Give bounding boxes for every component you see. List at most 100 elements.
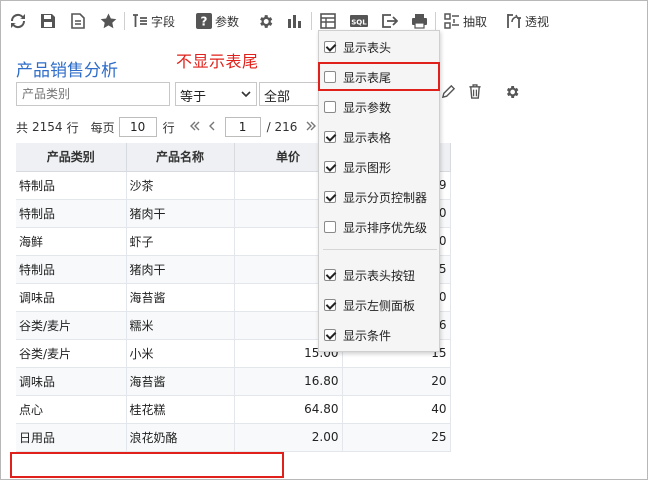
table-row[interactable]: 日用品 浪花奶酪 2.00 25 xyxy=(16,423,451,452)
column-header[interactable]: 产品名称 xyxy=(126,143,235,172)
cell-category: 特制品 xyxy=(16,255,127,284)
menu-item-option[interactable]: 显示表格 xyxy=(319,125,439,149)
cell-name: 桂花糕 xyxy=(126,395,235,424)
params-button[interactable]: ? 参数 xyxy=(196,11,239,31)
checkbox-checked-icon[interactable] xyxy=(324,329,336,341)
cell-extra: 40 xyxy=(342,395,451,424)
chart-button[interactable] xyxy=(287,11,303,31)
save-button[interactable] xyxy=(40,11,56,31)
pencil-icon xyxy=(441,84,456,99)
table-row[interactable]: 调味品 海苔酱 16.80 20 xyxy=(16,367,451,396)
checkbox-unchecked-icon[interactable] xyxy=(324,101,336,113)
cell-category: 调味品 xyxy=(16,283,127,312)
menu-item-label: 显示表头按钮 xyxy=(343,268,416,283)
menu-item-option[interactable]: 显示条件 xyxy=(319,323,439,347)
chevron-left-icon xyxy=(208,121,215,130)
pager: 共 2154 行 每页 10 行 1 / 216 xyxy=(16,116,317,138)
extract-button[interactable]: 抽取 xyxy=(444,11,487,31)
checkbox-checked-icon[interactable] xyxy=(324,131,336,143)
cell-name: 海苔酱 xyxy=(126,283,235,312)
cell-extra: 25 xyxy=(342,423,451,452)
checkbox-checked-icon[interactable] xyxy=(324,299,336,311)
annotation-text: 不显示表尾 xyxy=(176,52,259,71)
save-as-icon xyxy=(71,13,85,29)
sql-text: SQL xyxy=(351,19,367,27)
first-page-button[interactable] xyxy=(189,120,201,135)
table-row[interactable]: 点心 桂花糕 64.80 40 xyxy=(16,395,451,424)
toolbar-separator xyxy=(124,12,125,30)
menu-item-label: 显示表格 xyxy=(343,130,392,145)
per-page-label: 每页 xyxy=(90,120,115,135)
cell-name: 糯米 xyxy=(126,311,235,340)
total-rows: 2154 xyxy=(32,120,63,134)
checkbox-checked-icon[interactable] xyxy=(324,191,336,203)
favorite-button[interactable] xyxy=(100,11,117,31)
star-icon xyxy=(100,13,117,29)
layout-button[interactable] xyxy=(320,11,336,31)
fields-label: 字段 xyxy=(151,14,176,29)
cell-price: 16.80 xyxy=(234,367,343,396)
bar-chart-icon xyxy=(288,15,301,28)
menu-item-option[interactable]: 显示左侧面板 xyxy=(319,293,439,317)
settings-button[interactable] xyxy=(257,11,274,31)
menu-item-option[interactable]: 显示排序优先级 xyxy=(319,215,439,239)
extract-label: 抽取 xyxy=(463,14,488,29)
cell-name: 猪肉干 xyxy=(126,199,235,228)
menu-item-option[interactable]: 显示表头按钮 xyxy=(319,263,439,287)
menu-item-option[interactable]: 显示图形 xyxy=(319,155,439,179)
pivot-button[interactable]: 透视 xyxy=(506,11,549,31)
rows-label: 行 xyxy=(162,120,175,135)
refresh-icon xyxy=(10,13,26,29)
cell-category: 谷类/麦片 xyxy=(16,339,127,368)
last-page-button[interactable] xyxy=(305,120,317,135)
checkbox-checked-icon[interactable] xyxy=(324,41,336,53)
menu-item-label: 显示图形 xyxy=(343,160,392,175)
refresh-button[interactable] xyxy=(10,11,26,31)
toolbar-separator xyxy=(435,12,436,30)
save-icon xyxy=(41,14,55,28)
cell-name: 沙茶 xyxy=(126,171,235,200)
prev-page-button[interactable] xyxy=(207,120,217,135)
export-button[interactable] xyxy=(381,11,398,31)
edit-filter-button[interactable] xyxy=(441,84,456,102)
pivot-icon xyxy=(507,14,521,28)
gear-icon xyxy=(260,14,273,28)
menu-item-option[interactable]: 显示表头 xyxy=(319,35,439,59)
export-icon xyxy=(382,14,398,28)
operator-select[interactable]: 等于 xyxy=(175,82,257,106)
sql-icon: SQL xyxy=(350,15,368,27)
print-button[interactable] xyxy=(411,11,428,31)
page-number-input[interactable]: 1 xyxy=(224,117,261,137)
menu-item-highlight xyxy=(318,62,440,91)
delete-filter-button[interactable] xyxy=(468,84,482,102)
category-filter-input[interactable] xyxy=(16,82,170,106)
fields-button[interactable]: 字段 xyxy=(132,11,175,31)
toolbar-separator xyxy=(311,12,312,30)
cell-extra: 20 xyxy=(342,367,451,396)
fields-icon xyxy=(133,14,147,27)
pivot-label: 透视 xyxy=(525,14,550,29)
per-page-input[interactable]: 10 xyxy=(118,117,157,137)
filter-settings-button[interactable] xyxy=(504,84,520,103)
menu-item-label: 显示条件 xyxy=(343,328,392,343)
cell-category: 特制品 xyxy=(16,199,127,228)
cell-category: 海鲜 xyxy=(16,227,127,256)
sql-button[interactable]: SQL xyxy=(350,11,368,31)
menu-item-label: 显示左侧面板 xyxy=(343,298,416,313)
hidden-footer-highlight xyxy=(10,452,284,478)
checkbox-checked-icon[interactable] xyxy=(324,269,336,281)
extract-icon xyxy=(444,13,459,29)
cell-name: 虾子 xyxy=(126,227,235,256)
value-select[interactable]: 全部 xyxy=(259,82,323,106)
cell-category: 谷类/麦片 xyxy=(16,311,127,340)
cell-category: 调味品 xyxy=(16,367,127,396)
save-as-button[interactable] xyxy=(70,11,86,31)
help-icon: ? xyxy=(196,13,212,29)
svg-text:?: ? xyxy=(201,15,208,29)
column-header[interactable]: 产品类别 xyxy=(16,143,127,172)
checkbox-checked-icon[interactable] xyxy=(324,161,336,173)
menu-item-option[interactable]: 显示分页控制器 xyxy=(319,185,439,209)
checkbox-unchecked-icon[interactable] xyxy=(324,221,336,233)
menu-item-option[interactable]: 显示参数 xyxy=(319,95,439,119)
report-title: 产品销售分析 xyxy=(16,61,118,81)
